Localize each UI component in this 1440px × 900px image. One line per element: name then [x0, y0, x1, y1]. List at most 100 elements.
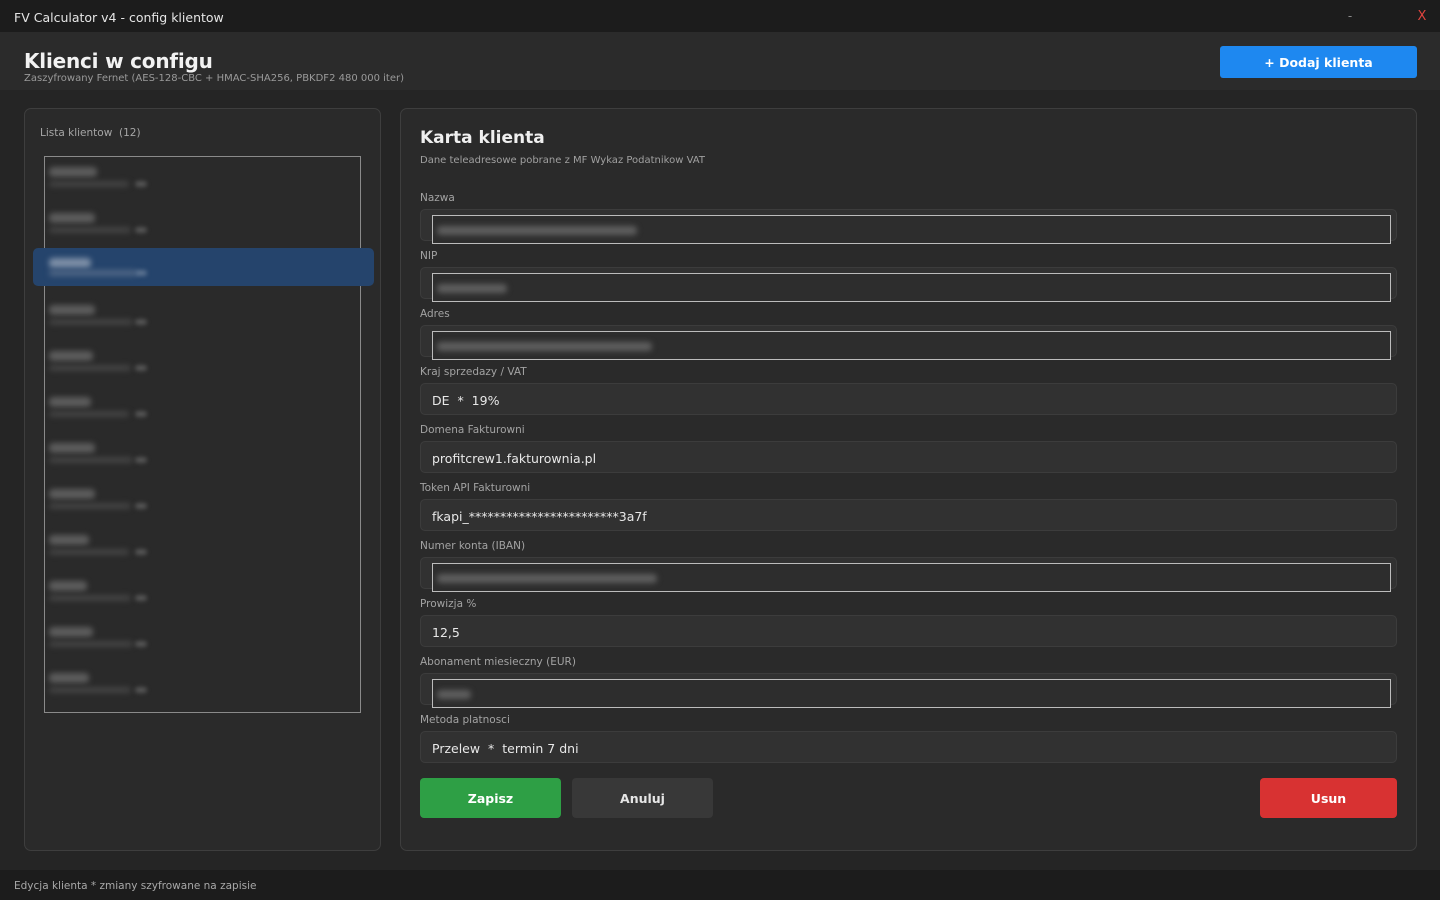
client-tag-redacted — [135, 227, 147, 233]
token-label: Token API Fakturowni — [420, 482, 531, 494]
nip-input-redacted[interactable] — [432, 273, 1391, 302]
commission-label: Prowizja % — [420, 598, 477, 610]
client-list-item[interactable] — [45, 297, 360, 335]
address-input-redacted[interactable] — [432, 331, 1391, 360]
minimize-button[interactable]: - — [1332, 0, 1368, 32]
client-tag-redacted — [135, 319, 147, 325]
payment-method-value: Przelew * termin 7 dni — [432, 741, 579, 756]
subscription-field[interactable] — [420, 673, 1397, 708]
domain-input[interactable]: profitcrew1.fakturownia.pl — [420, 441, 1397, 473]
client-name-redacted — [49, 581, 87, 591]
payment-method-label: Metoda platnosci — [420, 714, 510, 726]
client-list-item[interactable] — [33, 248, 374, 286]
client-list-label: Lista klientow (12) — [40, 127, 141, 139]
minimize-icon: - — [1347, 9, 1353, 23]
country-vat-label: Kraj sprzedazy / VAT — [420, 366, 527, 378]
card-description: Dane teleadresowe pobrane z MF Wykaz Pod… — [420, 155, 705, 166]
client-tag-redacted — [135, 270, 147, 276]
iban-input-redacted[interactable] — [432, 563, 1391, 592]
client-detail-redacted — [49, 227, 131, 233]
client-tag-redacted — [135, 411, 147, 417]
client-list-item[interactable] — [45, 159, 360, 197]
commission-value: 12,5 — [432, 625, 460, 640]
address-label: Adres — [420, 308, 450, 320]
commission-input[interactable]: 12,5 — [420, 615, 1397, 647]
page-header: Klienci w configu Zaszyfrowany Fernet (A… — [0, 32, 1440, 90]
client-tag-redacted — [135, 549, 147, 555]
client-name-redacted — [49, 443, 95, 453]
window-controls: - X — [1332, 0, 1440, 32]
client-list-item[interactable] — [45, 389, 360, 427]
client-detail-redacted — [49, 319, 133, 325]
client-tag-redacted — [135, 641, 147, 647]
client-tag-redacted — [135, 595, 147, 601]
client-detail-redacted — [49, 270, 137, 276]
client-name-redacted — [49, 213, 95, 223]
client-name-redacted — [49, 258, 91, 268]
client-list-item[interactable] — [45, 527, 360, 565]
name-field[interactable] — [420, 209, 1397, 244]
client-list-item[interactable] — [45, 619, 360, 657]
maximize-button[interactable] — [1368, 0, 1404, 32]
client-detail-redacted — [49, 641, 133, 647]
domain-label: Domena Fakturowni — [420, 424, 525, 436]
country-vat-value: DE * 19% — [432, 393, 500, 408]
delete-button[interactable]: Usun — [1260, 778, 1397, 818]
subscription-input-redacted[interactable] — [432, 679, 1391, 708]
client-detail-redacted — [49, 181, 129, 187]
encryption-info: Zaszyfrowany Fernet (AES-128-CBC + HMAC-… — [24, 73, 404, 84]
close-button[interactable]: X — [1404, 0, 1440, 32]
client-tag-redacted — [135, 365, 147, 371]
client-detail-redacted — [49, 457, 133, 463]
save-button[interactable]: Zapisz — [420, 778, 561, 818]
client-detail-redacted — [49, 595, 131, 601]
name-input-redacted[interactable] — [432, 215, 1391, 244]
iban-field[interactable] — [420, 557, 1397, 592]
client-tag-redacted — [135, 687, 147, 693]
iban-label: Numer konta (IBAN) — [420, 540, 526, 552]
nip-label: NIP — [420, 250, 438, 262]
card-title: Karta klienta — [420, 128, 545, 148]
domain-value: profitcrew1.fakturownia.pl — [432, 451, 597, 466]
client-name-redacted — [49, 489, 95, 499]
client-name-redacted — [49, 673, 89, 683]
cancel-button[interactable]: Anuluj — [572, 778, 713, 818]
client-detail-redacted — [49, 503, 131, 509]
client-name-redacted — [49, 305, 95, 315]
token-value: fkapi_************************3a7f — [432, 509, 647, 524]
client-tag-redacted — [135, 503, 147, 509]
client-detail-redacted — [49, 549, 129, 555]
address-field[interactable] — [420, 325, 1397, 360]
client-name-redacted — [49, 167, 97, 177]
client-detail-redacted — [49, 365, 131, 371]
token-input[interactable]: fkapi_************************3a7f — [420, 499, 1397, 531]
status-text: Edycja klienta * zmiany szyfrowane na za… — [14, 880, 257, 892]
client-list[interactable] — [33, 156, 374, 713]
subscription-label: Abonament miesieczny (EUR) — [420, 656, 576, 668]
page-title: Klienci w configu — [24, 49, 213, 73]
client-name-redacted — [49, 627, 93, 637]
client-list-item[interactable] — [45, 435, 360, 473]
add-client-button[interactable]: + Dodaj klienta — [1220, 46, 1417, 78]
client-list-item[interactable] — [45, 205, 360, 243]
client-list-item[interactable] — [45, 573, 360, 611]
client-tag-redacted — [135, 457, 147, 463]
client-list-item[interactable] — [45, 481, 360, 519]
title-bar: FV Calculator v4 - config klientow - X — [0, 0, 1440, 32]
name-label: Nazwa — [420, 192, 455, 204]
client-detail-redacted — [49, 411, 129, 417]
status-bar: Edycja klienta * zmiany szyfrowane na za… — [0, 870, 1440, 900]
client-count: (12) — [118, 127, 141, 139]
client-list-item[interactable] — [45, 343, 360, 381]
window-title: FV Calculator v4 - config klientow — [14, 10, 224, 25]
client-list-panel: Lista klientow (12) — [24, 108, 381, 851]
payment-method-select[interactable]: Przelew * termin 7 dni — [420, 731, 1397, 763]
client-name-redacted — [49, 351, 93, 361]
client-detail-redacted — [49, 687, 131, 693]
client-name-redacted — [49, 397, 91, 407]
nip-field[interactable] — [420, 267, 1397, 302]
client-tag-redacted — [135, 181, 147, 187]
country-vat-select[interactable]: DE * 19% — [420, 383, 1397, 415]
client-list-item[interactable] — [45, 665, 360, 703]
client-card: Karta klienta Dane teleadresowe pobrane … — [400, 108, 1417, 851]
